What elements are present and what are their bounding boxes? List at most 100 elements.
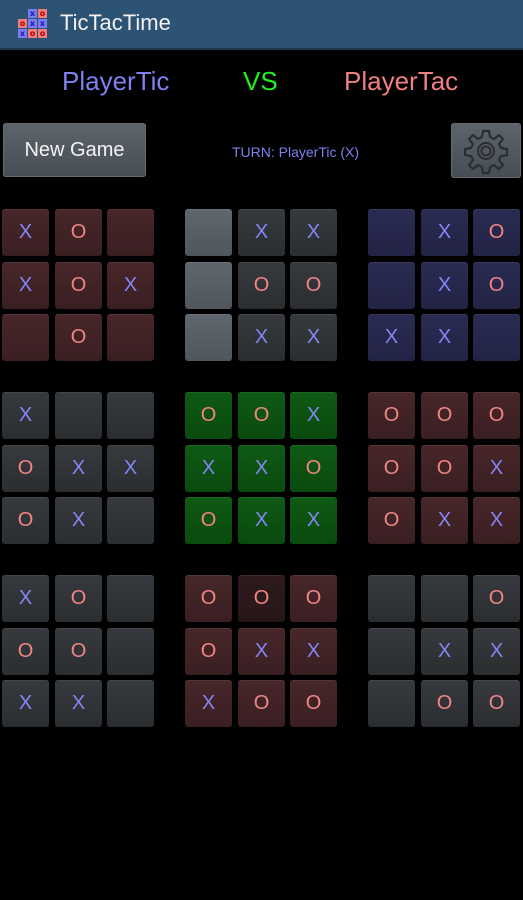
board-5-cell-2[interactable]: O xyxy=(238,392,285,439)
board-2-cell-1[interactable] xyxy=(185,209,232,256)
board-2-cell-6[interactable]: O xyxy=(290,262,337,309)
board-6-cell-6[interactable]: X xyxy=(473,445,520,492)
board-5-cell-3[interactable]: X xyxy=(290,392,337,439)
board-3-cell-4[interactable] xyxy=(368,262,415,309)
tictactoe-grid-icon: xo oxx xoo xyxy=(18,9,47,38)
board-2-cell-9[interactable]: X xyxy=(290,314,337,361)
versus-label: VS xyxy=(243,66,278,96)
board-3-cell-3[interactable]: O xyxy=(473,209,520,256)
player1-name: PlayerTic xyxy=(62,66,170,96)
board-9-cell-2[interactable] xyxy=(421,575,468,622)
board-7-cell-5[interactable]: O xyxy=(55,628,102,675)
board-3-cell-6[interactable]: O xyxy=(473,262,520,309)
board-3-cell-2[interactable]: X xyxy=(421,209,468,256)
board-6-cell-9[interactable]: X xyxy=(473,497,520,544)
board-8-cell-5[interactable]: X xyxy=(238,628,285,675)
app-title: TicTacTime xyxy=(60,10,171,35)
board-4-cell-2[interactable] xyxy=(55,392,102,439)
new-game-button[interactable]: New Game xyxy=(3,123,146,177)
board-9-cell-7[interactable] xyxy=(368,680,415,727)
board-4-cell-8[interactable]: X xyxy=(55,497,102,544)
board-4-cell-4[interactable]: O xyxy=(2,445,49,492)
board-9-cell-6[interactable]: X xyxy=(473,628,520,675)
board-7-cell-7[interactable]: X xyxy=(2,680,49,727)
settings-button[interactable] xyxy=(451,123,521,178)
board-5-cell-7[interactable]: O xyxy=(185,497,232,544)
board-7-cell-1[interactable]: X xyxy=(2,575,49,622)
board-2-cell-5[interactable]: O xyxy=(238,262,285,309)
board-8-cell-6[interactable]: X xyxy=(290,628,337,675)
board-1-cell-7[interactable] xyxy=(2,314,49,361)
board-9-cell-4[interactable] xyxy=(368,628,415,675)
board-8-cell-3[interactable]: O xyxy=(290,575,337,622)
board-6-cell-3[interactable]: O xyxy=(473,392,520,439)
board-1-cell-1[interactable]: X xyxy=(2,209,49,256)
board-3-cell-1[interactable] xyxy=(368,209,415,256)
board-8-cell-7[interactable]: X xyxy=(185,680,232,727)
board-5-cell-1[interactable]: O xyxy=(185,392,232,439)
board-7-cell-6[interactable] xyxy=(107,628,154,675)
board-4-cell-1[interactable]: X xyxy=(2,392,49,439)
board-7-cell-2[interactable]: O xyxy=(55,575,102,622)
board-2-cell-4[interactable] xyxy=(185,262,232,309)
board-5-cell-8[interactable]: X xyxy=(238,497,285,544)
board-6-cell-5[interactable]: O xyxy=(421,445,468,492)
board-4-cell-6[interactable]: X xyxy=(107,445,154,492)
board-2-cell-7[interactable] xyxy=(185,314,232,361)
board-8-cell-2[interactable]: O xyxy=(238,575,285,622)
board-6-cell-7[interactable]: O xyxy=(368,497,415,544)
board-6-cell-2[interactable]: O xyxy=(421,392,468,439)
board-7-cell-8[interactable]: X xyxy=(55,680,102,727)
player2-name: PlayerTac xyxy=(344,66,459,96)
board-4-cell-9[interactable] xyxy=(107,497,154,544)
board-1-cell-6[interactable]: X xyxy=(107,262,154,309)
board-9-cell-3[interactable]: O xyxy=(473,575,520,622)
board-5-cell-6[interactable]: O xyxy=(290,445,337,492)
board-2-cell-8[interactable]: X xyxy=(238,314,285,361)
board-1-cell-2[interactable]: O xyxy=(55,209,102,256)
board-2: XXOOXX xyxy=(185,209,338,361)
gear-icon xyxy=(463,129,509,174)
board-7-cell-3[interactable] xyxy=(107,575,154,622)
board-1-cell-9[interactable] xyxy=(107,314,154,361)
board-8-cell-1[interactable]: O xyxy=(185,575,232,622)
board-6: OOOOOXOXX xyxy=(368,392,521,544)
board-7-cell-4[interactable]: O xyxy=(2,628,49,675)
board-9-cell-8[interactable]: O xyxy=(421,680,468,727)
board-5-cell-4[interactable]: X xyxy=(185,445,232,492)
board-2-cell-2[interactable]: X xyxy=(238,209,285,256)
title-bar: xo oxx xoo TicTacTime xyxy=(0,0,523,50)
board-1-cell-4[interactable]: X xyxy=(2,262,49,309)
board-6-cell-1[interactable]: O xyxy=(368,392,415,439)
board-4-cell-5[interactable]: X xyxy=(55,445,102,492)
board-5: OOXXXOOXX xyxy=(185,392,338,544)
board-1: XOXOXO xyxy=(2,209,155,361)
board-9: OXXOO xyxy=(368,575,521,727)
board-6-cell-4[interactable]: O xyxy=(368,445,415,492)
board-8-cell-8[interactable]: O xyxy=(238,680,285,727)
board-3-cell-7[interactable]: X xyxy=(368,314,415,361)
board-3: XOXOXX xyxy=(368,209,521,361)
board-5-cell-5[interactable]: X xyxy=(238,445,285,492)
board-7-cell-9[interactable] xyxy=(107,680,154,727)
board-1-cell-8[interactable]: O xyxy=(55,314,102,361)
board-1-cell-5[interactable]: O xyxy=(55,262,102,309)
board-7: XOOOXX xyxy=(2,575,155,727)
board-8-cell-4[interactable]: O xyxy=(185,628,232,675)
board-1-cell-3[interactable] xyxy=(107,209,154,256)
board-3-cell-8[interactable]: X xyxy=(421,314,468,361)
board-2-cell-3[interactable]: X xyxy=(290,209,337,256)
board-3-cell-9[interactable] xyxy=(473,314,520,361)
board-8-cell-9[interactable]: O xyxy=(290,680,337,727)
board-8: OOOOXXXOO xyxy=(185,575,338,727)
board-4-cell-7[interactable]: O xyxy=(2,497,49,544)
board-9-cell-9[interactable]: O xyxy=(473,680,520,727)
board-3-cell-5[interactable]: X xyxy=(421,262,468,309)
turn-status: TURN: PlayerTic (X) xyxy=(232,144,360,160)
board-6-cell-8[interactable]: X xyxy=(421,497,468,544)
board-9-cell-1[interactable] xyxy=(368,575,415,622)
board-4-cell-3[interactable] xyxy=(107,392,154,439)
board-4: XOXXOX xyxy=(2,392,155,544)
board-5-cell-9[interactable]: X xyxy=(290,497,337,544)
board-9-cell-5[interactable]: X xyxy=(421,628,468,675)
